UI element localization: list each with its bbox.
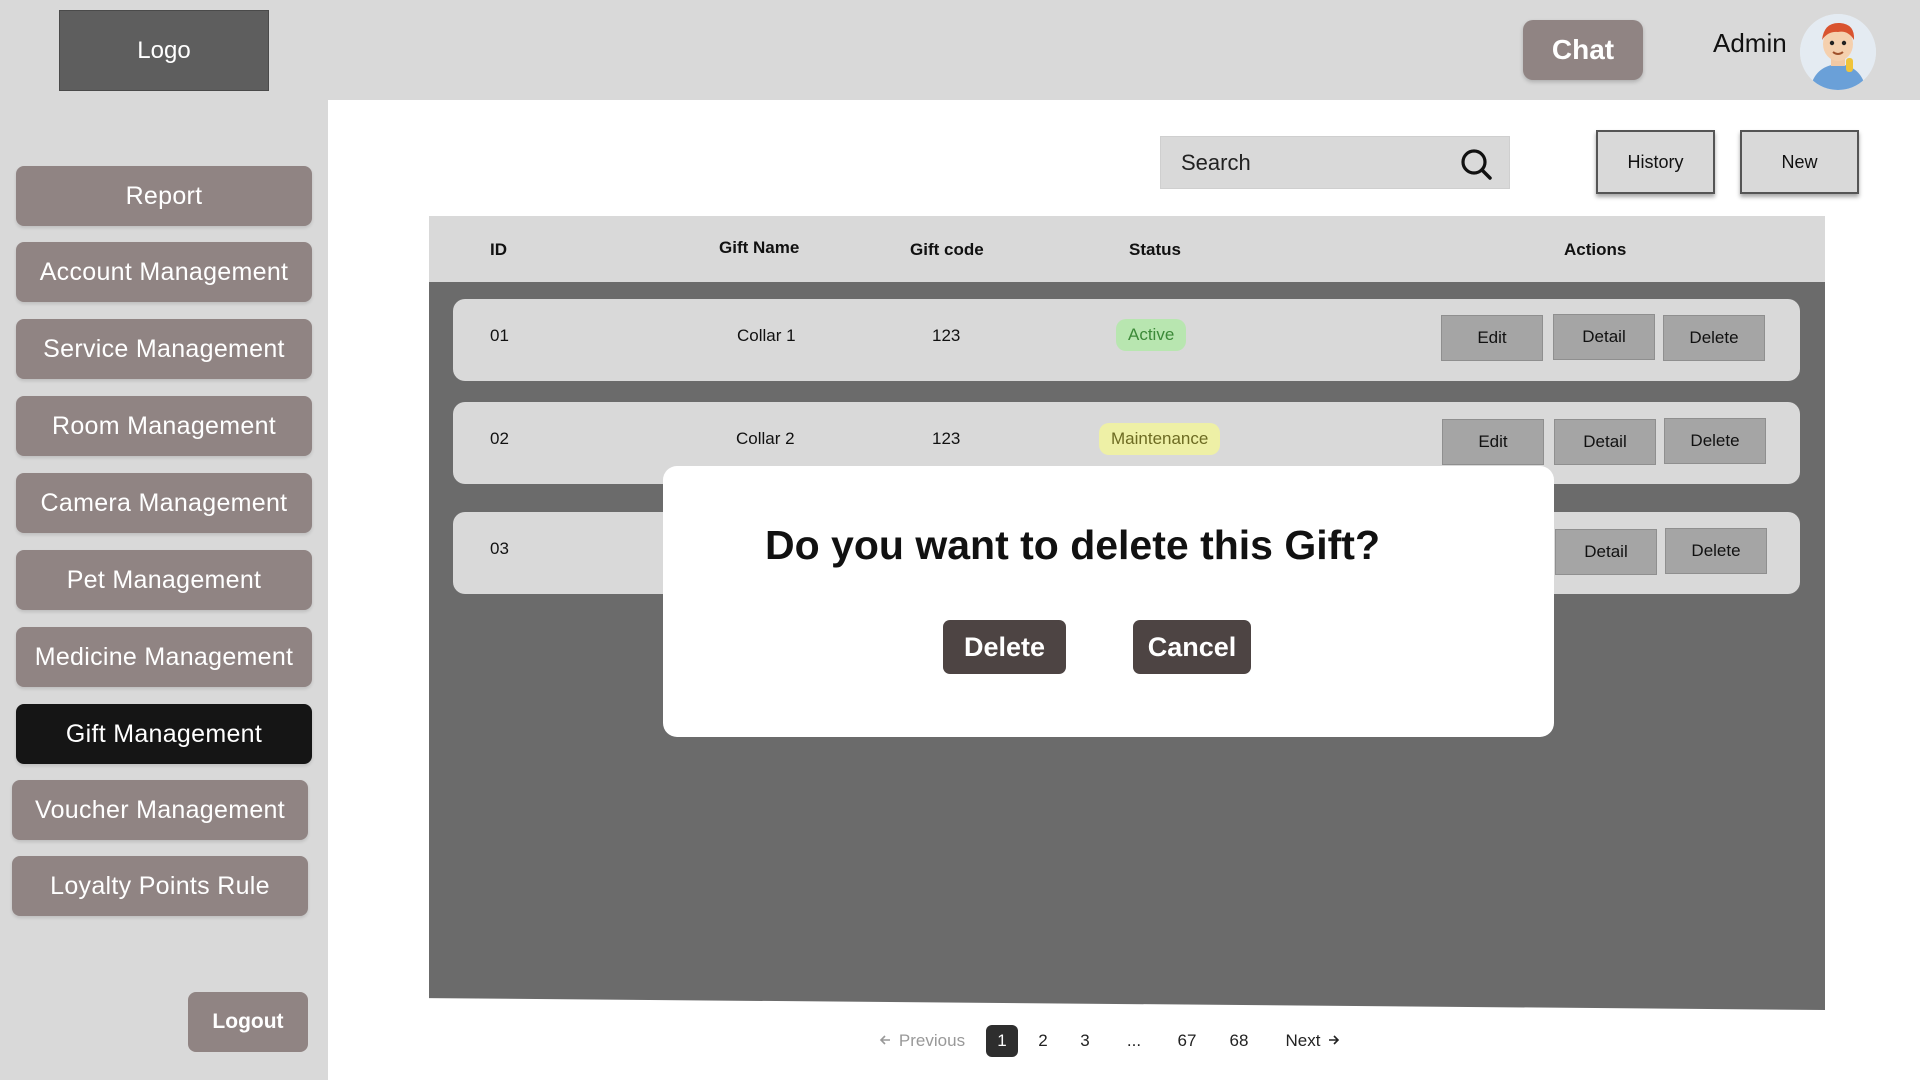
cancel-button[interactable]: Cancel: [1133, 620, 1251, 674]
pagination-page[interactable]: 68: [1223, 1025, 1255, 1057]
pagination-previous[interactable]: Previous: [876, 1025, 968, 1057]
sidebar-item-voucher-management[interactable]: Voucher Management: [12, 780, 308, 840]
detail-button[interactable]: Detail: [1554, 419, 1656, 465]
header-status: Status: [1129, 240, 1181, 259]
pagination-page[interactable]: 3: [1069, 1025, 1101, 1057]
pagination-next-label: Next: [1285, 1031, 1321, 1050]
sidebar-item-camera-management[interactable]: Camera Management: [16, 473, 312, 533]
status-badge: Active: [1116, 319, 1187, 351]
header-actions: Actions: [1564, 240, 1627, 259]
pagination-page[interactable]: 2: [1027, 1025, 1059, 1057]
row-gift-code: 123: [932, 429, 961, 448]
row-id: 01: [490, 326, 509, 345]
edit-button[interactable]: Edit: [1441, 315, 1543, 361]
pagination-previous-label: Previous: [898, 1031, 966, 1050]
row-gift-code: 123: [932, 326, 961, 345]
sidebar-item-pet-management[interactable]: Pet Management: [16, 550, 312, 610]
edit-button[interactable]: Edit: [1442, 419, 1544, 465]
sidebar-item-gift-management[interactable]: Gift Management: [16, 704, 312, 764]
admin-label: Admin: [1713, 28, 1787, 58]
table-row: 01 Collar 1 123 Active Edit Detail Delet…: [453, 299, 1800, 381]
row-gift-name: Collar 2: [736, 429, 795, 448]
pagination-ellipsis: ...: [1126, 1031, 1142, 1050]
header-gift-code: Gift code: [910, 240, 984, 259]
arrow-right-icon: [1328, 1031, 1340, 1051]
row-gift-name: Collar 1: [737, 326, 796, 345]
sidebar-item-service-management[interactable]: Service Management: [16, 319, 312, 379]
detail-button[interactable]: Detail: [1555, 529, 1657, 575]
sidebar-item-room-management[interactable]: Room Management: [16, 396, 312, 456]
delete-confirm-dialog: Do you want to delete this Gift? Delete …: [663, 466, 1554, 737]
status-badge: Maintenance: [1099, 423, 1221, 455]
pagination-page-current[interactable]: 1: [986, 1025, 1018, 1057]
search-placeholder: Search: [1181, 149, 1251, 175]
chat-button[interactable]: Chat: [1523, 20, 1643, 80]
avatar[interactable]: [1800, 14, 1876, 90]
row-id: 02: [490, 429, 509, 448]
header-id: ID: [490, 240, 507, 259]
detail-button[interactable]: Detail: [1553, 314, 1655, 360]
new-button[interactable]: New: [1740, 130, 1859, 194]
logo[interactable]: Logo: [59, 10, 269, 91]
dialog-title: Do you want to delete this Gift?: [765, 522, 1380, 568]
logout-button[interactable]: Logout: [188, 992, 308, 1052]
pagination-page[interactable]: 67: [1171, 1025, 1203, 1057]
search-input[interactable]: Search: [1160, 136, 1510, 189]
confirm-delete-button[interactable]: Delete: [943, 620, 1066, 674]
avatar-image: [1800, 14, 1876, 90]
sidebar-item-account-management[interactable]: Account Management: [16, 242, 312, 302]
delete-button[interactable]: Delete: [1664, 418, 1766, 464]
sidebar-item-report[interactable]: Report: [16, 166, 312, 226]
pagination-next[interactable]: Next: [1278, 1025, 1348, 1057]
header-gift-name: Gift Name: [719, 238, 800, 257]
arrow-left-icon: [879, 1031, 891, 1051]
row-id: 03: [490, 539, 509, 558]
delete-button[interactable]: Delete: [1663, 315, 1765, 361]
history-button[interactable]: History: [1596, 130, 1715, 194]
table-header: ID Gift Name Gift code Status Actions: [429, 216, 1825, 282]
delete-button[interactable]: Delete: [1665, 528, 1767, 574]
sidebar-item-loyalty-points-rule[interactable]: Loyalty Points Rule: [12, 856, 308, 916]
search-icon[interactable]: [1459, 147, 1493, 187]
sidebar-item-medicine-management[interactable]: Medicine Management: [16, 627, 312, 687]
